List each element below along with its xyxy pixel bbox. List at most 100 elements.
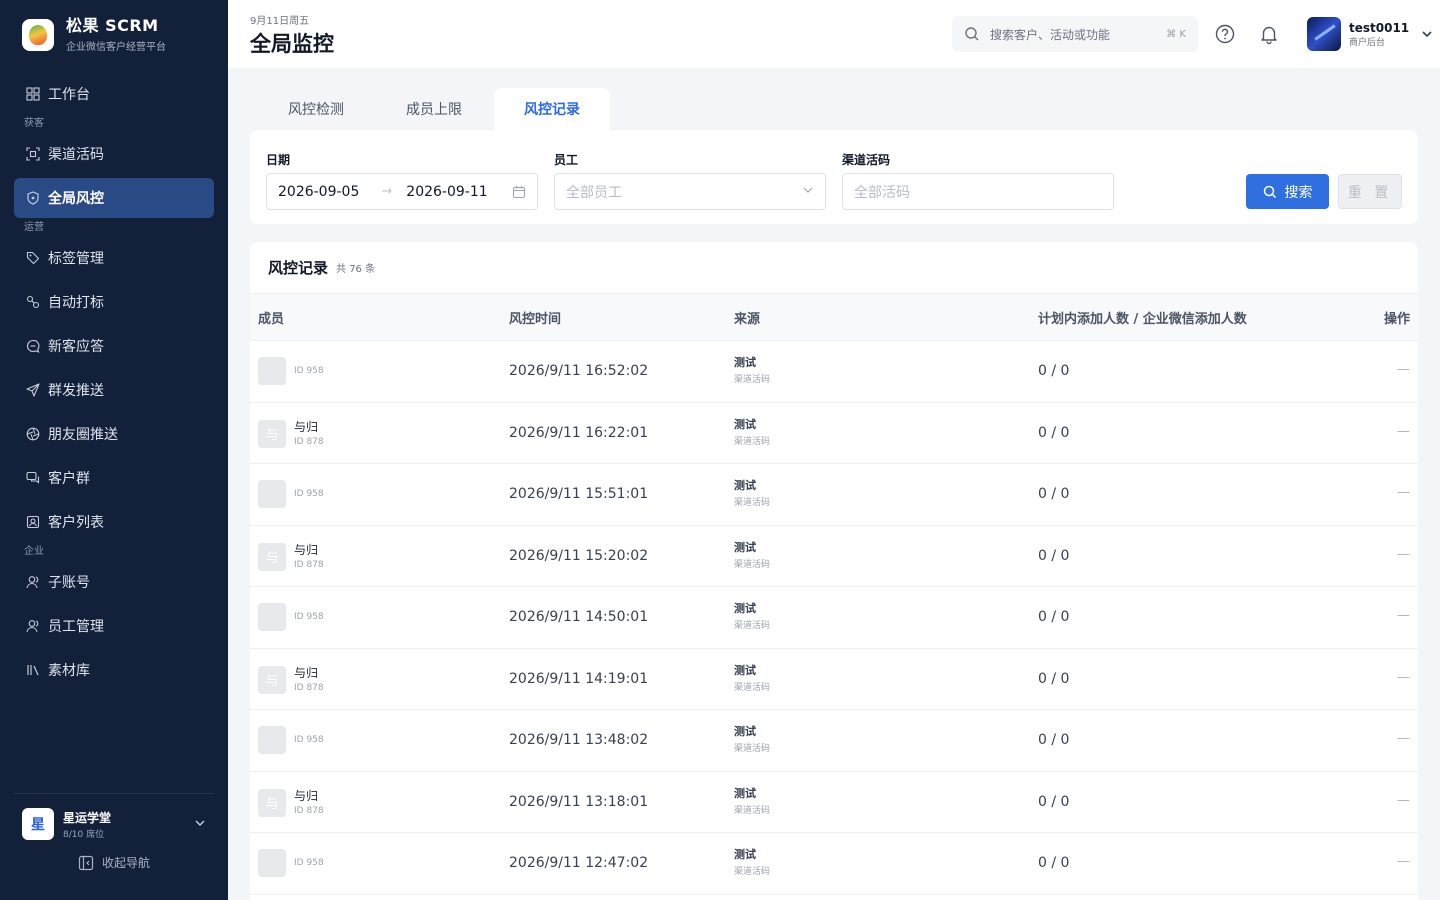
link-icon: [26, 295, 40, 309]
source-name: 测试: [734, 663, 756, 677]
page-title: 全局监控: [250, 32, 334, 56]
sidebar-item-label: 子账号: [48, 575, 90, 591]
table-row[interactable]: ID 958 2026/9/11 13:48:02 测试 渠道活码 0 / 0 —: [250, 710, 1418, 772]
sidebar-item-label: 客户列表: [48, 515, 104, 531]
member-id: ID 958: [294, 735, 324, 745]
sidebar-item-0[interactable]: 工作台: [14, 74, 214, 114]
sidebar-item-15[interactable]: 素材库: [14, 650, 214, 690]
avatar: [258, 603, 286, 631]
sidebar-item-13[interactable]: 子账号: [14, 562, 214, 602]
row-action: —: [1397, 546, 1410, 562]
scan-icon: [26, 147, 40, 161]
notification-bell-icon[interactable]: [1258, 23, 1280, 45]
risk-time: 2026/9/11 16:52:02: [509, 363, 649, 379]
source-name: 测试: [734, 786, 756, 800]
add-count: 0 / 0: [1038, 547, 1070, 564]
sidebar-item-11[interactable]: 客户列表: [14, 502, 214, 542]
employee-select[interactable]: 全部员工: [554, 173, 826, 210]
member-id: ID 878: [294, 682, 324, 693]
tab-0[interactable]: 风控检测: [258, 88, 374, 130]
channel-code-input[interactable]: 全部活码: [842, 173, 1114, 210]
brand-title: 松果 SCRM: [66, 16, 159, 35]
sidebar-item-3[interactable]: 全局风控: [14, 178, 214, 218]
member-cell: ID 958: [258, 357, 324, 385]
column-header-time[interactable]: 风控时间: [509, 308, 561, 327]
column-header-count[interactable]: 计划内添加人数 / 企业微信添加人数: [1038, 308, 1247, 327]
filter-panel: 日期 2026-09-05 → 2026-09-11 员工 全部员工 渠道活码 …: [250, 130, 1418, 224]
help-icon[interactable]: [1214, 23, 1236, 45]
tab-2[interactable]: 风控记录: [494, 88, 610, 130]
table-row[interactable]: ID 958 2026/9/11 12:47:02 测试 渠道活码 0 / 0 —: [250, 833, 1418, 895]
top-header: 9月11日周五 全局监控 搜索客户、活动或功能 ⌘ K test0011 商户后…: [228, 0, 1440, 68]
risk-time: 2026/9/11 14:50:01: [509, 609, 649, 625]
search-button[interactable]: 搜索: [1246, 174, 1329, 209]
member-id: ID 958: [294, 858, 324, 868]
date-start: 2026-09-05: [278, 183, 360, 200]
sidebar-item-6[interactable]: 自动打标: [14, 282, 214, 322]
row-action: —: [1397, 608, 1410, 623]
sidebar-footer: 星 星运学堂 8/10 席位 收起导航: [14, 793, 214, 871]
sidebar-item-14[interactable]: 员工管理: [14, 606, 214, 646]
row-action: —: [1397, 423, 1410, 439]
source-cell: 测试 渠道活码: [734, 847, 770, 879]
date-label: 日期: [266, 153, 291, 167]
tab-bar: 风控检测 成员上限 风控记录: [258, 88, 612, 130]
chevron-down-icon: [194, 817, 206, 832]
source-cell: 测试 渠道活码: [734, 601, 770, 633]
org-switcher[interactable]: 星 星运学堂 8/10 席位: [14, 808, 214, 840]
tab-1[interactable]: 成员上限: [376, 88, 492, 130]
add-count: 0 / 0: [1038, 609, 1070, 625]
column-header-action: 操作: [1383, 311, 1410, 327]
tag-icon: [26, 251, 40, 265]
column-header-member[interactable]: 成员: [258, 308, 284, 327]
search-shortcut: ⌘ K: [1166, 28, 1186, 40]
table-header: 成员 风控时间 来源 计划内添加人数 / 企业微信添加人数 操作: [250, 294, 1418, 341]
table-row[interactable]: 与与归 ID 878 2026/9/11 16:22:01 测试 渠道活码 0 / 0 —: [250, 403, 1418, 464]
sidebar-item-5[interactable]: 标签管理: [14, 238, 214, 278]
sidebar-item-10[interactable]: 客户群: [14, 458, 214, 498]
collapse-nav-label: 收起导航: [101, 856, 150, 870]
member-id: ID 878: [294, 805, 324, 816]
channel-placeholder: 全部活码: [854, 184, 910, 201]
risk-time: 2026/9/11 12:47:02: [509, 855, 649, 871]
row-action: —: [1397, 731, 1410, 746]
arrow-right-icon: →: [381, 184, 393, 199]
sidebar-item-2[interactable]: 渠道活码: [14, 134, 214, 174]
search-icon: [964, 26, 980, 42]
add-count: 0 / 0: [1038, 424, 1070, 441]
aperture-icon: [26, 427, 40, 441]
sidebar-item-9[interactable]: 朋友圈推送: [14, 414, 214, 454]
risk-time: 2026/9/11 16:22:01: [509, 424, 649, 441]
table-row[interactable]: ID 958 2026/9/11 16:52:02 测试 渠道活码 0 / 0 —: [250, 341, 1418, 403]
grid-icon: [26, 87, 40, 101]
avatar: [258, 480, 286, 508]
sidebar-item-7[interactable]: 新客应答: [14, 326, 214, 366]
member-id: ID 958: [294, 366, 324, 376]
sidebar-item-8[interactable]: 群发推送: [14, 370, 214, 410]
header-date: 9月11日周五: [250, 16, 310, 27]
add-count: 0 / 0: [1038, 363, 1070, 379]
collapse-nav-button[interactable]: 收起导航: [14, 854, 214, 871]
table-row[interactable]: 与与归 ID 878 2026/9/11 15:20:02 测试 渠道活码 0 / 0 —: [250, 526, 1418, 587]
source-name: 测试: [734, 479, 756, 492]
source-cell: 测试 渠道活码: [734, 540, 770, 572]
column-header-source[interactable]: 来源: [734, 308, 760, 327]
table-row[interactable]: ID 958 2026/9/11 14:50:01 测试 渠道活码 0 / 0 —: [250, 587, 1418, 649]
search-icon: [1263, 185, 1277, 199]
source-name: 测试: [734, 848, 756, 861]
table-row[interactable]: ID 958 2026/9/11 15:51:01 测试 渠道活码 0 / 0 —: [250, 464, 1418, 526]
add-count: 0 / 0: [1038, 855, 1070, 871]
records-panel: 风控记录 共 76 条 成员 风控时间 来源 计划内添加人数 / 企业微信添加人…: [250, 242, 1418, 900]
source-name: 测试: [734, 356, 756, 369]
table-row[interactable]: 与与归 ID 878 2026/9/11 13:18:01 测试 渠道活码 0 / 0 —: [250, 772, 1418, 833]
brand[interactable]: 松果 SCRM 企业微信客户经营平台: [22, 17, 166, 53]
global-search-input[interactable]: 搜索客户、活动或功能 ⌘ K: [952, 16, 1198, 52]
member-cell: ID 958: [258, 726, 324, 754]
table-row[interactable]: 与与归 ID 878 2026/9/11 14:19:01 测试 渠道活码 0 / 0 —: [250, 649, 1418, 710]
user-icon: [26, 575, 40, 589]
user-menu[interactable]: test0011 商户后台: [1307, 17, 1433, 51]
user-name: test0011: [1349, 20, 1410, 35]
source-type: 渠道活码: [734, 621, 771, 631]
reset-button[interactable]: 重 置: [1338, 174, 1402, 209]
date-range-picker[interactable]: 2026-09-05 → 2026-09-11: [266, 173, 538, 210]
